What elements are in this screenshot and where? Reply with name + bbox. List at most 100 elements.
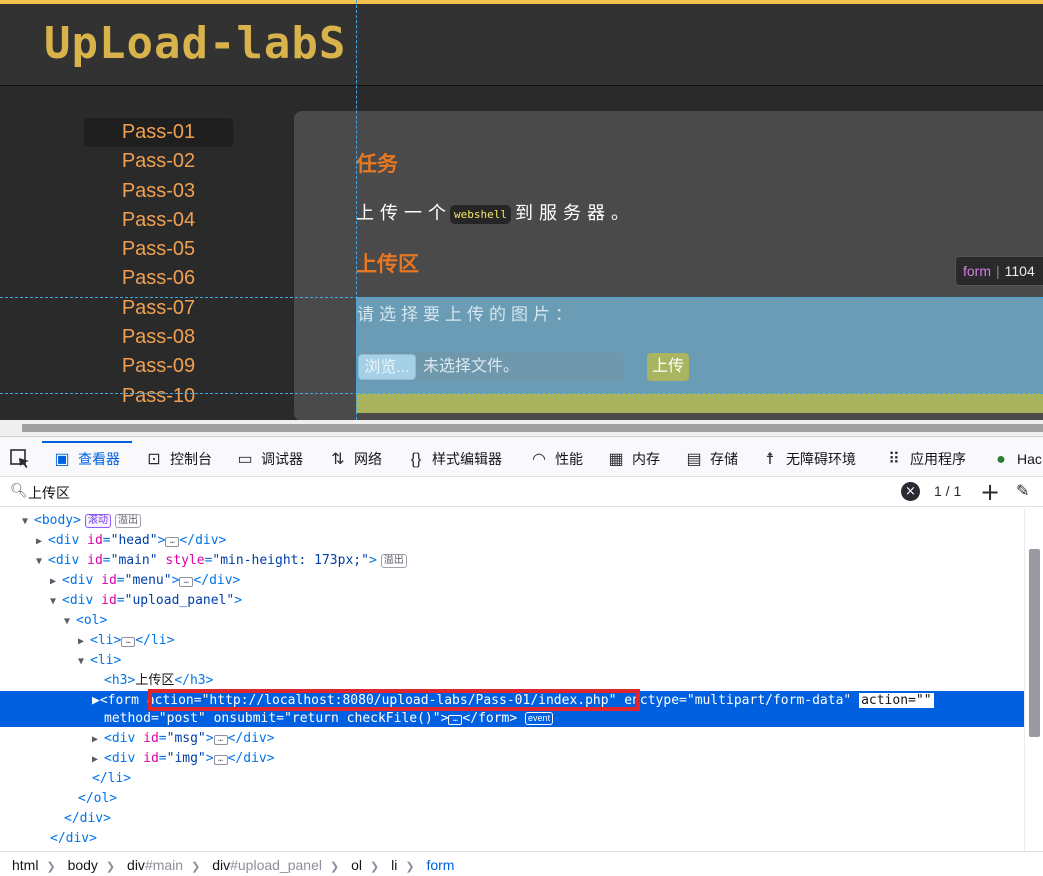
tree-node-menu[interactable]: ▶ <div id="menu">… </div> [0,571,1024,591]
close-tag: </form> [462,711,518,726]
search-input[interactable]: 上传区 [28,483,70,503]
close-tag: </li> [92,771,132,786]
menu-item-pass-09[interactable]: Pass-09 [84,352,233,381]
tree-close-upload-panel: </div> [0,809,1024,829]
tag-text: <div [48,533,88,548]
tree-node-main[interactable]: ▼ <div id="main" style="min-height: 173px… [0,551,1024,571]
attr-value: "menu" [124,573,172,588]
ellipsis-icon[interactable]: … [448,715,463,725]
expanded-twisty-icon[interactable]: ▼ [64,612,76,632]
collapsed-twisty-icon[interactable]: ▶ [50,572,62,592]
clear-search-icon[interactable]: × [901,482,920,501]
eyedropper-icon[interactable]: ✎ [1016,481,1029,500]
tab-console[interactable]: ⊡ 控制台 [144,441,212,477]
tab-accessibility[interactable]: ☨ 无障碍环境 [760,441,856,477]
attr-value: "post" [158,711,206,726]
accessibility-icon: ☨ [765,451,775,468]
expanded-twisty-icon[interactable]: ▼ [50,592,62,612]
tab-performance[interactable]: ◠ 性能 [529,441,583,477]
tree-node-ol[interactable]: ▼ <ol> [0,611,1024,631]
expanded-twisty-icon[interactable]: ▼ [36,552,48,572]
attr-value: "head" [110,533,158,548]
element-picker-icon[interactable] [8,447,32,471]
overflow-badge[interactable]: 溢出 [114,514,141,528]
tree-node-li[interactable]: ▶ <li>… </li> [0,631,1024,651]
element-highlight-tooltip: form | 1104 [955,256,1043,286]
add-node-icon[interactable]: + [980,477,1000,507]
scrollbar-thumb[interactable] [22,424,1043,432]
menu-item-pass-04[interactable]: Pass-04 [84,206,233,235]
collapsed-twisty-icon[interactable]: ▶ [92,693,100,708]
equals-sign: = [150,711,159,726]
collapsed-twisty-icon[interactable]: ▶ [92,730,104,750]
breadcrumb-form[interactable]: form [426,852,454,876]
tab-memory[interactable]: ▦ 内存 [606,441,660,477]
breadcrumb-ol[interactable]: ol [351,852,362,876]
edited-action-attr[interactable]: action="" [859,693,934,708]
task-heading: 任务 [356,153,398,176]
menu-item-pass-01[interactable]: Pass-01 [84,118,233,148]
ellipsis-icon[interactable]: … [213,735,228,745]
markup-search-bar[interactable]: 🔍︎ 上传区 × 1 / 1 + ✎ [0,477,1043,507]
attr-value: "msg" [166,731,206,746]
menu-item-pass-10[interactable]: Pass-10 [84,382,233,411]
scrollbar-thumb[interactable] [1029,549,1040,737]
tag-text: <div [104,731,144,746]
equals-sign: = [158,751,167,766]
tab-debugger[interactable]: ▭ 调试器 [235,441,303,477]
tree-node-upload-panel[interactable]: ▼ <div id="upload_panel"> [0,591,1024,611]
inspector-guide-top [0,297,1043,298]
upload-submit-button[interactable]: 上传 [647,353,689,381]
attr-name: id [87,533,103,548]
tree-node-h3[interactable]: <h3>上传区</h3> [0,671,1024,691]
tab-network[interactable]: ⇅ 网络 [328,441,382,477]
event-badge[interactable]: event [525,712,554,725]
close-tag: </div> [227,731,275,746]
page-horizontal-scrollbar[interactable] [0,420,1043,436]
menu-item-pass-08[interactable]: Pass-08 [84,323,233,352]
tree-node-body[interactable]: ▼ <body> 滚动 溢出 [0,511,1024,531]
tab-label: 样式编辑器 [432,451,502,467]
tree-node-head[interactable]: ▶ <div id="head">… </div> [0,531,1024,551]
collapsed-twisty-icon[interactable]: ▶ [92,750,104,770]
overflow-badge[interactable]: 溢出 [380,554,407,568]
breadcrumb-li[interactable]: li [391,852,397,876]
menu-item-pass-02[interactable]: Pass-02 [84,147,233,176]
tree-node-msg[interactable]: ▶ <div id="msg">… </div> [0,729,1024,749]
chevron-right-icon: ❯ [405,861,415,873]
breadcrumb-div-upload-panel[interactable]: div#upload_panel [212,852,322,876]
tree-node-img[interactable]: ▶ <div id="img">… </div> [0,749,1024,769]
menu-item-pass-03[interactable]: Pass-03 [84,177,233,206]
tree-node-li-open[interactable]: ▼ <li> [0,651,1024,671]
tag-end: > [157,533,166,548]
tag-text: <ol> [76,613,108,628]
tab-application[interactable]: ⠿ 应用程序 [884,441,966,477]
tab-label: 存储 [710,451,738,467]
scroll-badge[interactable]: 滚动 [84,514,111,528]
tree-node-form-selected[interactable]: ▶<form action="http://localhost:8080/upl… [0,689,1024,727]
breadcrumb-body[interactable]: body [68,852,98,876]
ellipsis-icon[interactable]: … [179,577,194,587]
menu-item-pass-07[interactable]: Pass-07 [84,294,233,323]
collapsed-twisty-icon[interactable]: ▶ [36,532,48,552]
ellipsis-icon[interactable]: … [121,637,136,647]
site-logo[interactable]: UpLoad-labS [44,14,346,74]
browse-button[interactable]: 浏览... [358,354,416,380]
tab-hackbar[interactable]: ● Hac [991,441,1042,477]
menu-item-pass-05[interactable]: Pass-05 [84,235,233,264]
collapsed-twisty-icon[interactable]: ▶ [78,632,90,652]
tab-inspector[interactable]: ▣ 查看器 [42,441,132,477]
tab-style-editor[interactable]: {} 样式编辑器 [406,441,502,477]
ellipsis-icon[interactable]: … [165,537,180,547]
expanded-twisty-icon[interactable]: ▼ [78,652,90,672]
breadcrumb-html[interactable]: html [12,852,38,876]
text-node: 上传区 [135,673,175,688]
breadcrumb-div-main[interactable]: div#main [127,852,183,876]
markup-vertical-scrollbar[interactable] [1024,509,1043,851]
expanded-twisty-icon[interactable]: ▼ [22,512,34,532]
crumb-id: #upload_panel [230,857,322,873]
ellipsis-icon[interactable]: … [213,755,228,765]
crumb-tag: body [67,857,98,873]
tab-storage[interactable]: ▤ 存储 [684,441,738,477]
menu-item-pass-06[interactable]: Pass-06 [84,264,233,293]
